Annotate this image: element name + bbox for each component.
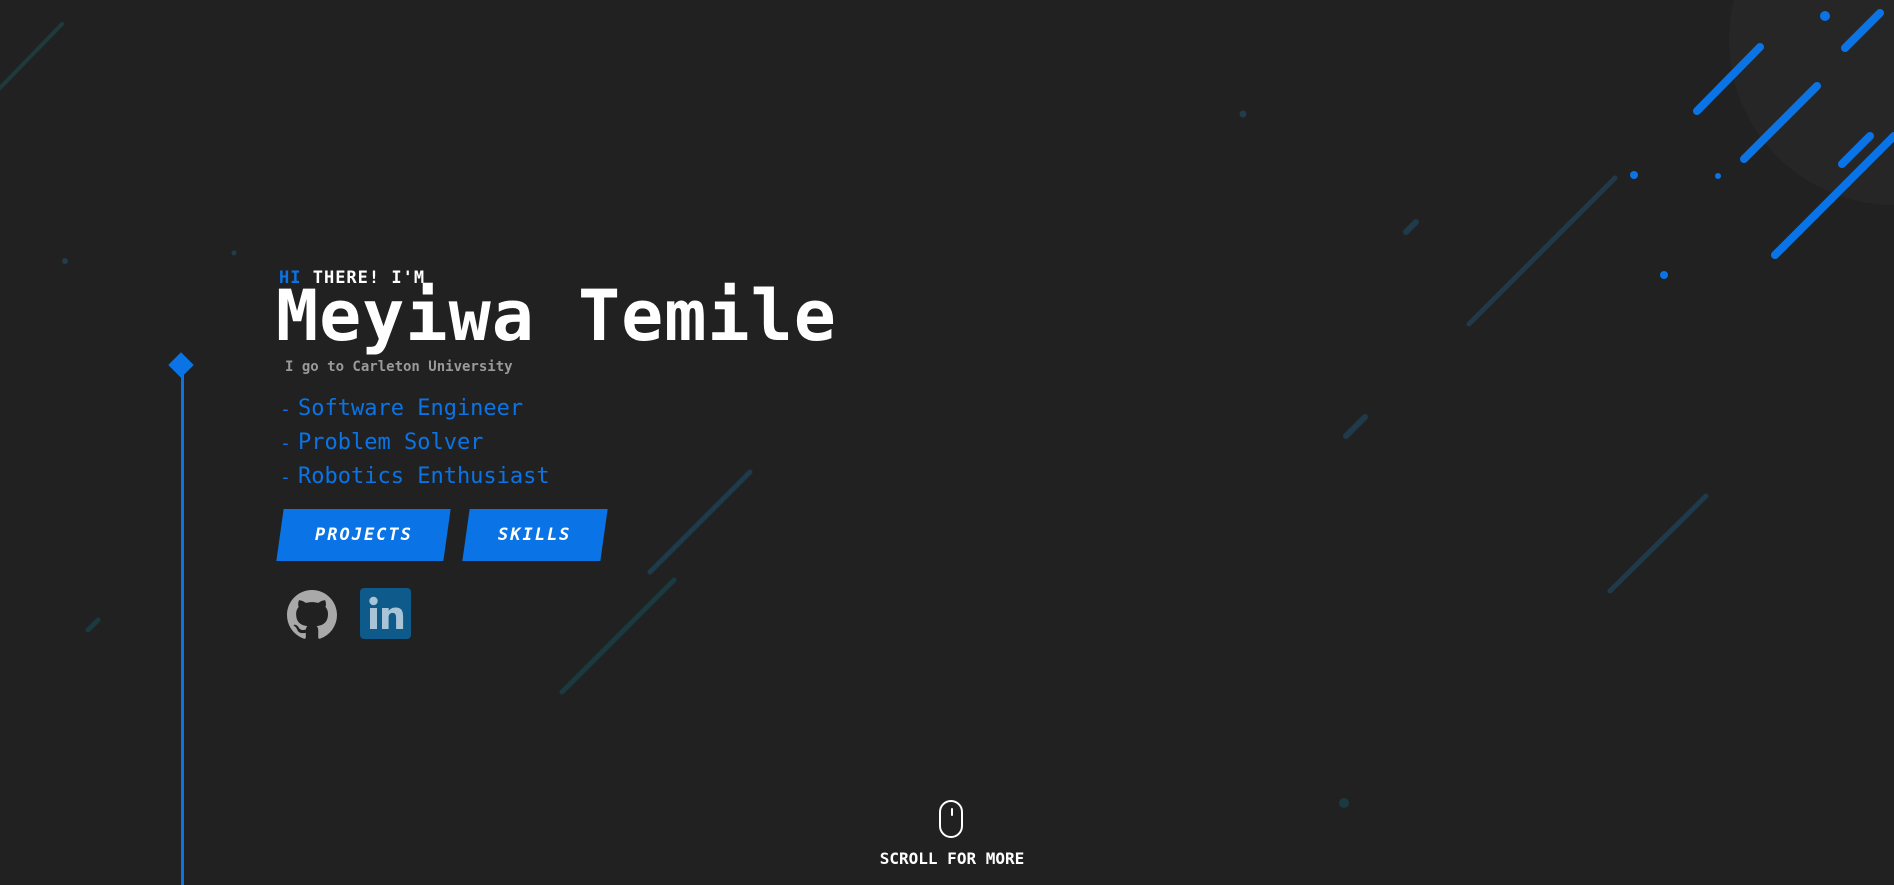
school-text: I go to Carleton University	[285, 359, 513, 375]
bg-streak	[85, 617, 101, 633]
github-link[interactable]	[287, 590, 337, 640]
mouse-wheel	[951, 808, 953, 816]
bg-streak	[1466, 175, 1618, 327]
timeline-line	[181, 368, 184, 885]
hero-section: HI THERE! I'M Meyiwa Temile I go to Carl…	[0, 0, 1894, 885]
dash-bullet: -	[280, 433, 291, 454]
page-title: Meyiwa Temile	[276, 275, 837, 357]
projects-button-label: PROJECTS	[314, 525, 413, 545]
skills-button[interactable]: SKILLS	[462, 509, 608, 561]
projects-button[interactable]: PROJECTS	[276, 509, 451, 561]
list-item: - Problem Solver	[280, 426, 550, 460]
scroll-for-more[interactable]: SCROLL FOR MORE	[879, 849, 1025, 868]
bg-dot	[1239, 110, 1247, 118]
bg-streak	[559, 577, 677, 695]
linkedin-icon	[369, 596, 404, 629]
skills-button-label: SKILLS	[498, 525, 572, 545]
role-label: Robotics Enthusiast	[298, 464, 550, 489]
accent-dot	[1660, 271, 1668, 279]
accent-dot	[1820, 11, 1830, 21]
bg-streak	[0, 22, 64, 90]
mouse-icon[interactable]	[939, 800, 963, 838]
list-item: - Robotics Enthusiast	[280, 460, 550, 494]
accent-dot	[1715, 173, 1721, 179]
role-label: Software Engineer	[298, 396, 524, 421]
bg-streak	[1343, 414, 1368, 439]
dash-bullet: -	[280, 467, 291, 488]
bg-streak	[647, 469, 753, 575]
bg-dot	[1339, 798, 1349, 808]
bg-streak	[1403, 219, 1419, 235]
dash-bullet: -	[280, 399, 291, 420]
corner-circle	[1729, 0, 1894, 205]
roles-list: - Software Engineer - Problem Solver - Robo…	[280, 392, 550, 494]
bg-dot	[62, 258, 68, 264]
github-icon	[287, 590, 337, 639]
bg-streak	[1607, 493, 1709, 594]
linkedin-link[interactable]	[360, 588, 411, 639]
list-item: - Software Engineer	[280, 392, 550, 426]
bg-dot	[231, 250, 237, 256]
role-label: Problem Solver	[298, 430, 484, 455]
accent-dot	[1630, 171, 1638, 179]
